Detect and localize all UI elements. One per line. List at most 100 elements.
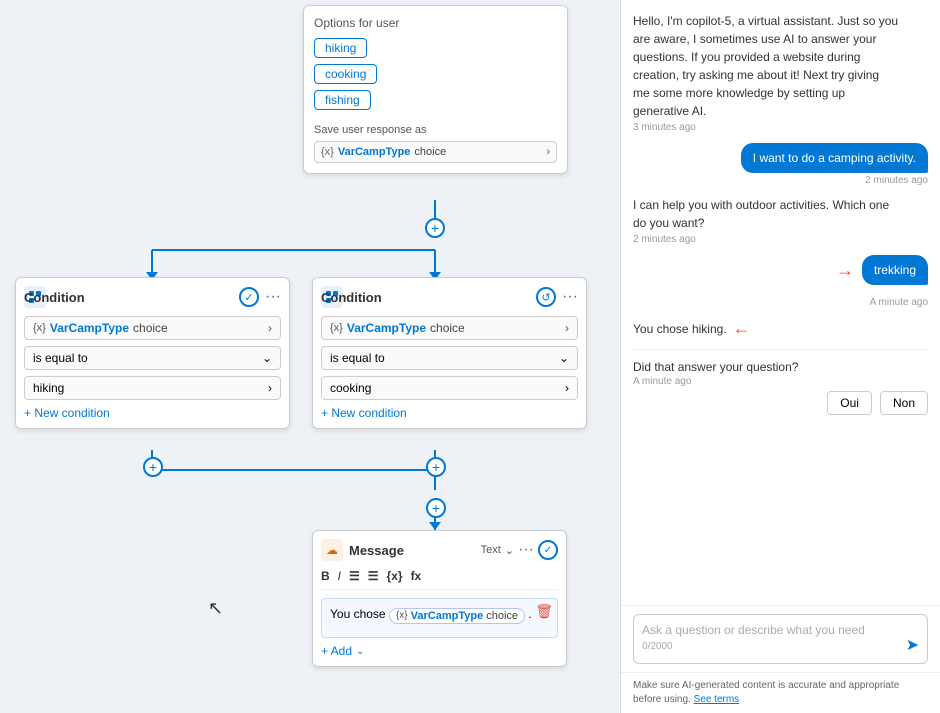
red-arrow-icon: ←	[733, 318, 751, 339]
message-node: ☁ Message Text ⌄ ··· ✓ B I ☰ ☰ {x} fx Yo…	[312, 530, 567, 667]
condition2-add[interactable]: + New condition	[321, 406, 578, 420]
plus-button-merge[interactable]: +	[426, 498, 446, 518]
c1-var-name: VarCampType	[50, 321, 129, 335]
bot-msg-2-text: I can help you with outdoor activities. …	[633, 196, 899, 232]
condition-node-2: Condition ↺ ··· {x} VarCampType choice ›…	[312, 277, 587, 429]
c1-value: hiking	[33, 381, 64, 395]
condition1-add[interactable]: + New condition	[24, 406, 281, 420]
toolbar-list-ol[interactable]: ☰	[368, 569, 379, 583]
var-name: VarCampType	[338, 146, 411, 158]
trekking-msg-wrap: → trekking	[633, 255, 928, 285]
condition1-value-row[interactable]: hiking ›	[24, 376, 281, 400]
options-node: Options for user hiking cooking fishing …	[303, 5, 568, 174]
btn-yes[interactable]: Oui	[827, 391, 872, 415]
toolbar-variable[interactable]: {x}	[387, 569, 403, 583]
toolbar-bold[interactable]: B	[321, 569, 330, 583]
see-terms-link[interactable]: See terms	[694, 694, 740, 705]
chip-icon: {x}	[396, 610, 408, 621]
feedback-buttons: Oui Non	[633, 391, 928, 415]
msg-text-before: You chose	[330, 607, 386, 621]
plus-button-left[interactable]: +	[143, 457, 163, 477]
condition1-operator-row[interactable]: is equal to ⌄	[24, 346, 281, 370]
variable-row[interactable]: {x} VarCampType choice ›	[314, 141, 557, 163]
condition1-title: Condition	[24, 290, 299, 305]
user-timestamp-1: 2 minutes ago	[865, 175, 928, 186]
toolbar-formula[interactable]: fx	[411, 569, 422, 583]
bot-timestamp-2: 2 minutes ago	[633, 234, 928, 245]
c1-op-chevron: ⌄	[262, 351, 272, 365]
c1-operator: is equal to	[33, 351, 88, 365]
condition2-header: Condition ↺ ···	[321, 286, 578, 308]
message-content-area: You chose {x} VarCampType choice . 🗑	[321, 598, 558, 638]
chat-disclaimer: Make sure AI-generated content is accura…	[621, 672, 940, 713]
trekking-bubble: trekking	[862, 255, 928, 285]
option-fishing[interactable]: fishing	[314, 90, 371, 110]
bot-timestamp-1: 3 minutes ago	[633, 122, 928, 133]
condition1-header-left: Condition	[24, 286, 46, 308]
plus-button-top[interactable]: +	[425, 218, 445, 238]
c2-value: cooking	[330, 381, 371, 395]
msg-add-label: + Add	[321, 644, 352, 658]
condition2-operator-row[interactable]: is equal to ⌄	[321, 346, 578, 370]
c2-op-chevron: ⌄	[559, 351, 569, 365]
user-msg-1: I want to do a camping activity.	[741, 143, 928, 173]
delete-icon[interactable]: 🗑	[535, 603, 553, 620]
user-message-1-wrap: I want to do a camping activity. 2 minut…	[633, 143, 928, 186]
options-node-title: Options for user	[314, 16, 557, 30]
condition2-var-row[interactable]: {x} VarCampType choice ›	[321, 316, 578, 340]
c2-val-chevron: ›	[565, 381, 569, 395]
condition1-header: Condition ✓ ···	[24, 286, 281, 308]
c2-var-name: VarCampType	[347, 321, 426, 335]
toolbar-italic[interactable]: I	[338, 569, 341, 583]
message-icon: ☁	[321, 539, 343, 561]
c2-var-type: choice	[430, 321, 465, 335]
feedback-section: Did that answer your question? A minute …	[633, 360, 928, 415]
condition-node-1: Condition ✓ ··· {x} VarCampType choice ›…	[15, 277, 290, 429]
disclaimer-text: Make sure AI-generated content is accura…	[633, 680, 899, 705]
chat-input-placeholder: Ask a question or describe what you need	[642, 623, 919, 637]
chip-name: VarCampType	[411, 610, 484, 622]
chat-messages: Hello, I'm copilot-5, a virtual assistan…	[621, 0, 940, 605]
you-chose-msg: You chose hiking. ←	[633, 318, 928, 339]
c2-chevron: ›	[565, 321, 569, 335]
msg-text-after: .	[528, 607, 531, 621]
c1-val-chevron: ›	[268, 381, 272, 395]
condition1-var-row[interactable]: {x} VarCampType choice ›	[24, 316, 281, 340]
var-type: choice	[414, 146, 446, 158]
chat-divider	[633, 349, 928, 350]
condition2-header-left: Condition	[321, 286, 343, 308]
chat-area: Hello, I'm copilot-5, a virtual assistan…	[620, 0, 940, 713]
toolbar-list-ul[interactable]: ☰	[349, 569, 360, 583]
feedback-question: Did that answer your question?	[633, 360, 928, 374]
bot-msg-1-text: Hello, I'm copilot-5, a virtual assistan…	[633, 12, 899, 120]
canvas-area: Options for user hiking cooking fishing …	[0, 0, 620, 713]
option-cooking[interactable]: cooking	[314, 64, 377, 84]
cursor: ↖	[208, 598, 223, 619]
c1-var-icon: {x}	[33, 322, 46, 334]
c1-var-type: choice	[133, 321, 168, 335]
trekking-timestamp: A minute ago	[633, 297, 928, 308]
message-type-row[interactable]: Text ⌄ ··· ✓	[481, 540, 558, 560]
btn-no[interactable]: Non	[880, 391, 928, 415]
message-header-left: ☁ Message	[321, 539, 404, 561]
bot-message-2: I can help you with outdoor activities. …	[633, 196, 928, 245]
option-hiking[interactable]: hiking	[314, 38, 367, 58]
message-add-row[interactable]: + Add ⌄	[321, 644, 558, 658]
c2-var-icon: {x}	[330, 322, 343, 334]
var-icon: {x}	[321, 146, 334, 158]
chat-char-count: 0/2000	[642, 641, 919, 652]
add-chevron: ⌄	[356, 646, 364, 657]
plus-button-right[interactable]: +	[426, 457, 446, 477]
msg-type: Text	[481, 544, 501, 556]
chat-input-box[interactable]: Ask a question or describe what you need…	[633, 614, 928, 664]
c2-operator: is equal to	[330, 351, 385, 365]
condition2-value-row[interactable]: cooking ›	[321, 376, 578, 400]
message-header: ☁ Message Text ⌄ ··· ✓	[321, 539, 558, 561]
arrow-icon-trekking: →	[836, 260, 854, 281]
chat-input-area: Ask a question or describe what you need…	[621, 605, 940, 672]
chat-send-button[interactable]: ➤	[906, 635, 919, 655]
bot-message-1: Hello, I'm copilot-5, a virtual assistan…	[633, 12, 928, 133]
message-check-icon: ✓	[538, 540, 558, 560]
message-menu[interactable]: ···	[518, 541, 534, 559]
msg-var-chip[interactable]: {x} VarCampType choice	[389, 608, 525, 624]
